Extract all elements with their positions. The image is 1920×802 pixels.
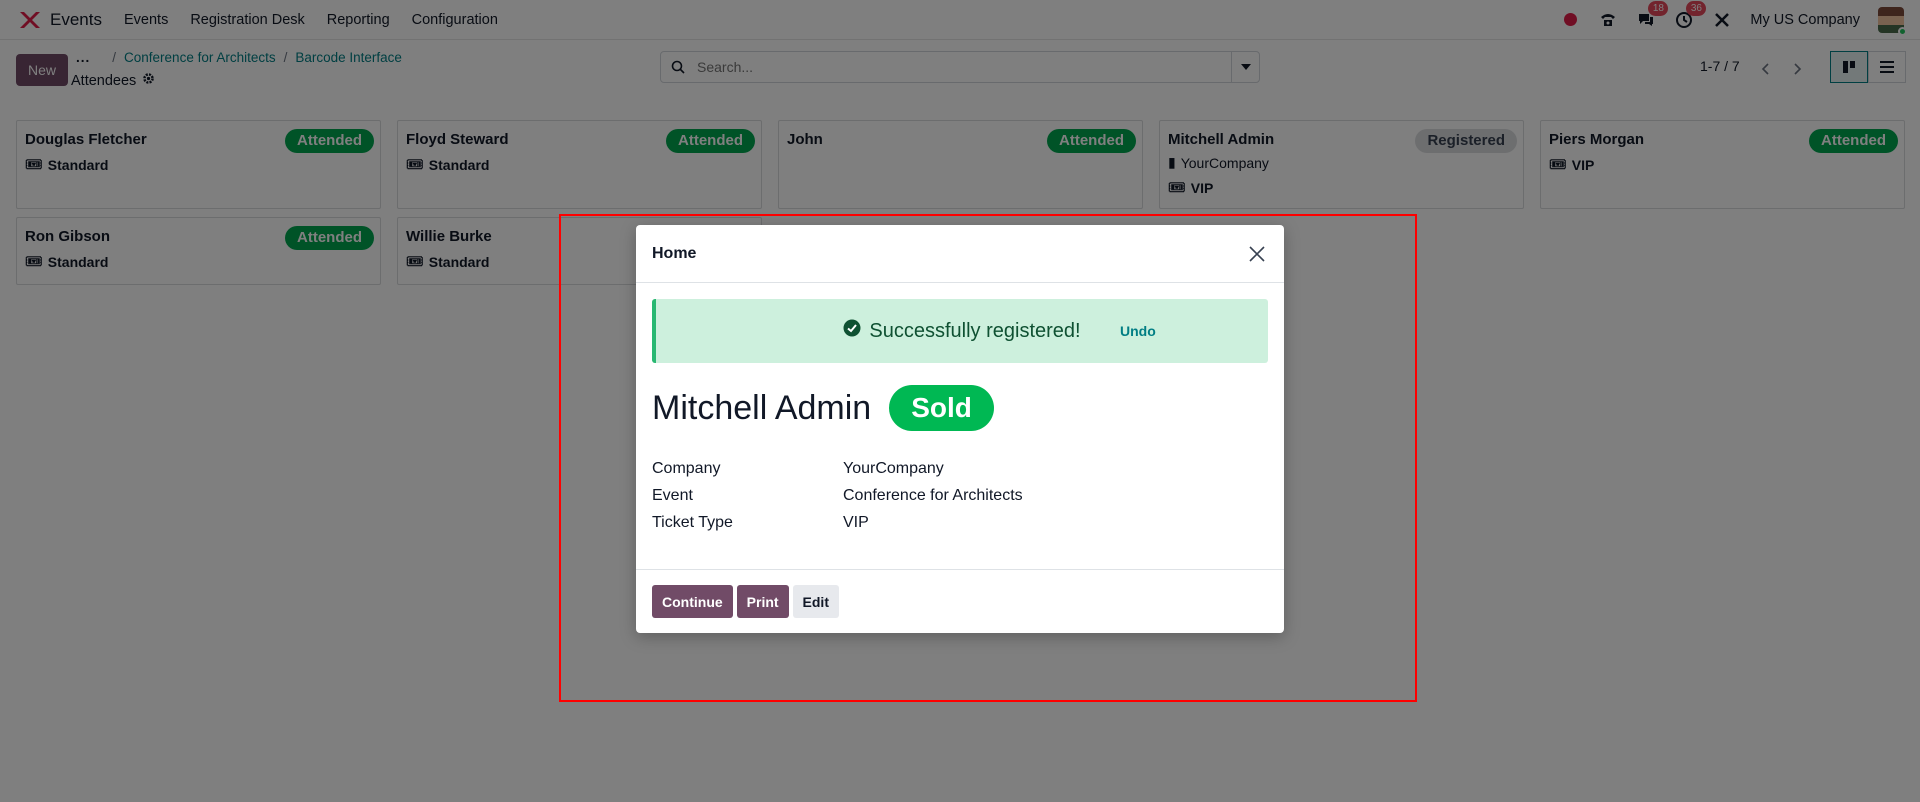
registration-dialog: Home Successfully registered! Undo Mitch… <box>636 225 1284 633</box>
modal-body: Successfully registered! Undo Mitchell A… <box>636 283 1284 569</box>
modal-header: Home <box>636 225 1284 283</box>
attendee-header: Mitchell Admin Sold <box>652 385 1268 431</box>
detail-row-ticket-type: Ticket Type VIP <box>652 513 869 531</box>
undo-button[interactable]: Undo <box>1120 323 1156 339</box>
alert-message: Successfully registered! <box>869 319 1081 342</box>
print-button[interactable]: Print <box>736 585 789 618</box>
detail-row-event: Event Conference for Architects <box>652 486 1023 504</box>
edit-button[interactable]: Edit <box>792 585 839 618</box>
check-circle-icon <box>843 319 861 343</box>
detail-row-company: Company YourCompany <box>652 459 944 477</box>
continue-button[interactable]: Continue <box>652 585 733 618</box>
attendee-details: Company YourCompany Event Conference for… <box>652 455 1268 536</box>
modal-title: Home <box>652 244 697 262</box>
close-icon[interactable] <box>1246 243 1268 265</box>
modal-footer: Continue Print Edit <box>636 569 1284 633</box>
status-badge: Sold <box>889 385 994 431</box>
success-alert: Successfully registered! Undo <box>652 299 1268 363</box>
attendee-name: Mitchell Admin <box>652 388 872 427</box>
